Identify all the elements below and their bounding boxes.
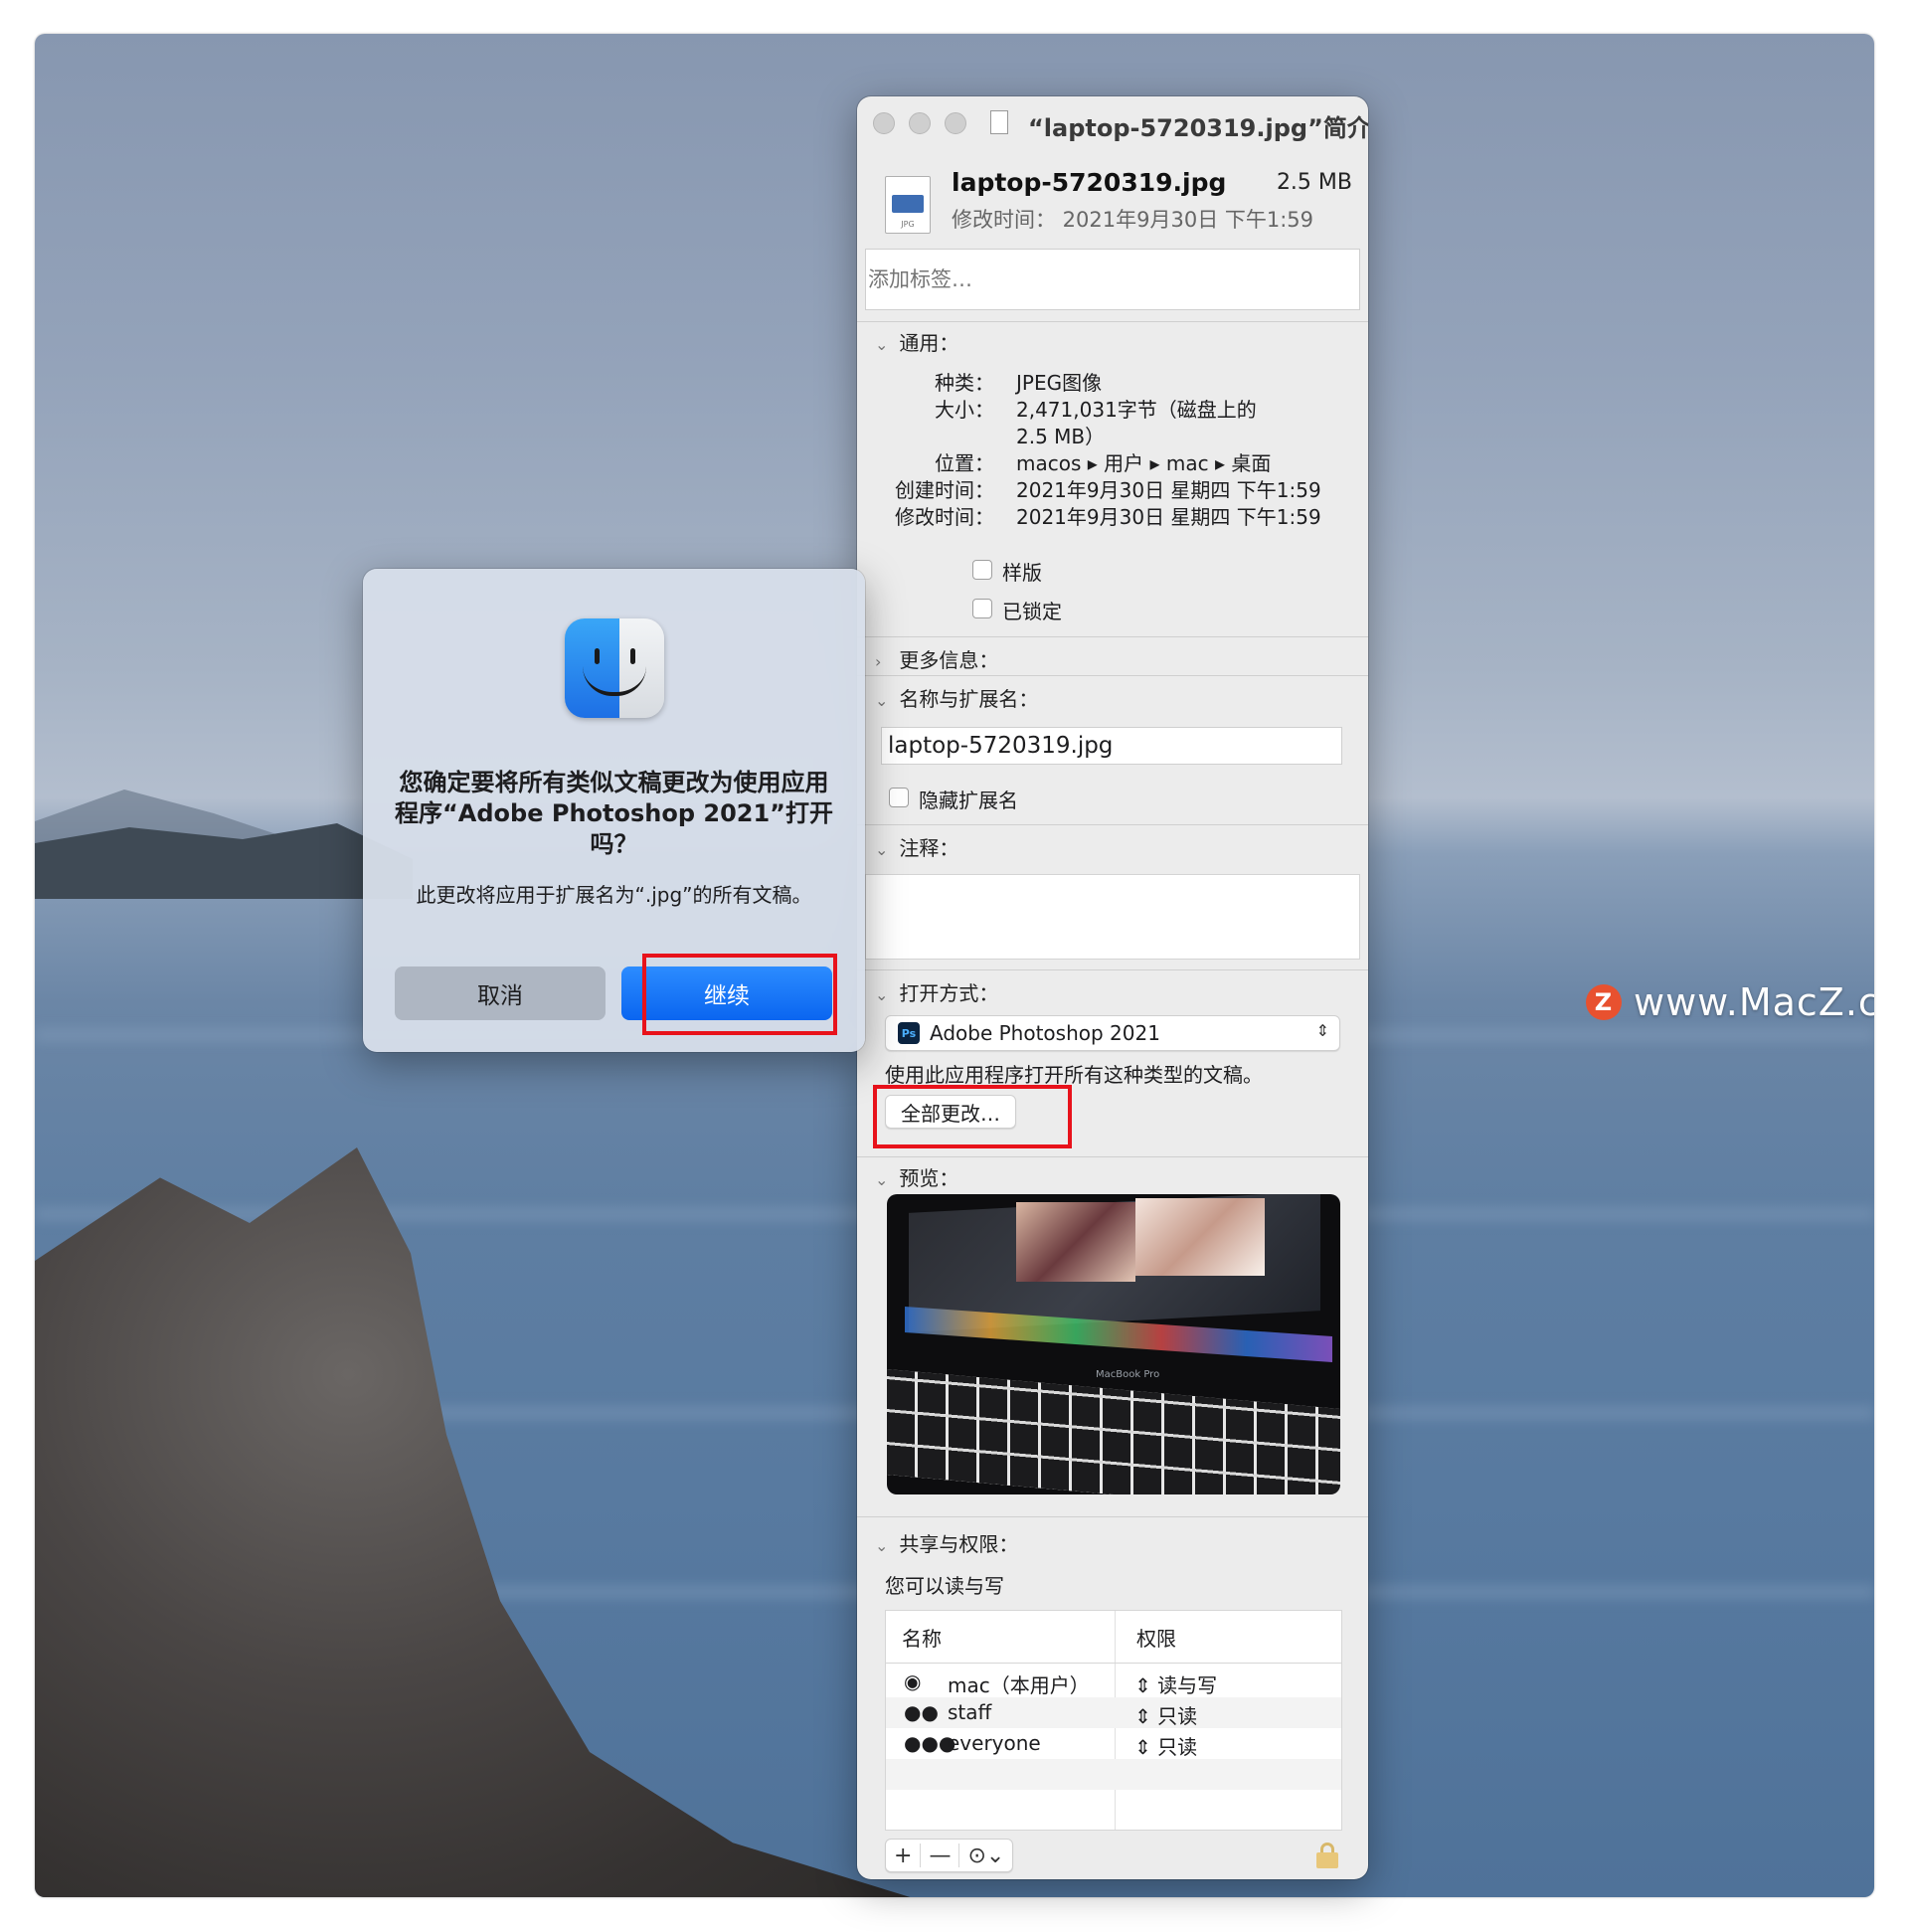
section-name-extension[interactable]: ⌄ 名称与扩展名：: [875, 683, 1038, 712]
action-menu-button[interactable]: ⊙⌄: [959, 1840, 1012, 1871]
divider: [857, 321, 1368, 322]
locked-label: 已锁定: [1002, 600, 1062, 623]
hide-extension-checkbox[interactable]: [889, 788, 909, 807]
dialog-title: 您确定要将所有类似文稿更改为使用应用程序“Adobe Photoshop 202…: [395, 769, 833, 858]
chevron-down-icon: ⌄: [875, 1536, 889, 1555]
finder-icon: [565, 618, 664, 718]
watermark-text: www.MacZ.com: [1634, 980, 1874, 1024]
section-preview[interactable]: ⌄ 预览：: [875, 1162, 958, 1191]
coastal-rock: [35, 1147, 930, 1897]
get-info-window: “laptop-5720319.jpg”简介 JPG laptop-572031…: [857, 96, 1368, 1879]
stationery-checkbox[interactable]: [972, 560, 992, 580]
column-header-privilege[interactable]: 权限: [1136, 1623, 1176, 1652]
tags-input[interactable]: [865, 249, 1360, 310]
preview-device-label: MacBook Pro: [1096, 1369, 1160, 1380]
open-with-value: Adobe Photoshop 2021: [930, 1021, 1160, 1045]
chevron-down-icon: ⌄: [875, 335, 889, 354]
updown-arrows-icon: ⇕: [1315, 1021, 1329, 1040]
dialog-message: 此更改将应用于扩展名为“.jpg”的所有文稿。: [416, 883, 812, 907]
divider: [857, 1156, 1368, 1157]
image-preview: MacBook Pro: [887, 1194, 1340, 1494]
watermark: Z www.MacZ.com: [1586, 980, 1874, 1024]
table-row-empty: [886, 1759, 1341, 1790]
divider: [857, 636, 1368, 637]
divider: [857, 969, 1368, 970]
table-row[interactable]: ●●● everyone ⇕ 只读: [886, 1728, 1341, 1759]
permission-toolbar: + — ⊙⌄: [885, 1839, 1014, 1872]
divider: [857, 1516, 1368, 1517]
table-row[interactable]: ◉ mac（本用户） ⇕ 读与写: [886, 1667, 1341, 1697]
confirm-dialog: 您确定要将所有类似文稿更改为使用应用程序“Adobe Photoshop 202…: [363, 569, 865, 1052]
minimize-button-icon[interactable]: [909, 112, 931, 134]
file-name-input[interactable]: [881, 727, 1342, 765]
privilege-select[interactable]: ⇕ 读与写: [1134, 1669, 1217, 1698]
section-open-with[interactable]: ⌄ 打开方式：: [875, 977, 998, 1006]
comments-field[interactable]: [865, 874, 1360, 960]
zoom-button-icon[interactable]: [945, 112, 966, 134]
remove-user-button[interactable]: —: [921, 1840, 958, 1871]
privilege-select[interactable]: ⇕ 只读: [1134, 1700, 1197, 1729]
section-comments[interactable]: ⌄ 注释：: [875, 832, 958, 861]
divider: [857, 675, 1368, 676]
permission-note: 您可以读与写: [885, 1574, 1004, 1598]
chevron-down-icon: ⌄: [875, 691, 889, 710]
privilege-select[interactable]: ⇕ 只读: [1134, 1731, 1197, 1760]
file-modified: 修改时间： 2021年9月30日 下午1:59: [952, 208, 1314, 232]
locked-checkbox[interactable]: [972, 599, 992, 618]
user-icon: ◉: [904, 1669, 922, 1693]
column-header-name[interactable]: 名称: [902, 1623, 942, 1652]
jpg-file-icon: JPG: [885, 176, 931, 234]
file-name: laptop-5720319.jpg: [952, 168, 1227, 197]
open-with-note: 使用此应用程序打开所有这种类型的文稿。: [885, 1063, 1263, 1087]
section-sharing[interactable]: ⌄ 共享与权限：: [875, 1528, 1018, 1557]
change-all-button[interactable]: 全部更改…: [885, 1095, 1016, 1129]
open-with-select[interactable]: Ps Adobe Photoshop 2021 ⇕: [885, 1015, 1340, 1051]
chevron-down-icon: ⌄: [875, 840, 889, 859]
hide-extension-label: 隐藏扩展名: [919, 789, 1018, 812]
chevron-down-icon: ⌄: [875, 1170, 889, 1189]
divider: [857, 824, 1368, 825]
cancel-button[interactable]: 取消: [395, 966, 606, 1020]
file-size: 2.5 MB: [1276, 170, 1352, 195]
chevron-right-icon: ›: [875, 652, 882, 671]
table-row[interactable]: ●● staff ⇕ 只读: [886, 1697, 1341, 1728]
macz-logo-icon: Z: [1586, 984, 1622, 1020]
section-general[interactable]: ⌄ 通用：: [875, 327, 958, 356]
close-button-icon[interactable]: [873, 112, 895, 134]
chevron-down-icon: ⌄: [875, 985, 889, 1004]
window-title: “laptop-5720319.jpg”简介: [1028, 114, 1368, 142]
section-more-info[interactable]: › 更多信息：: [875, 644, 998, 673]
photoshop-icon: Ps: [898, 1022, 920, 1044]
permissions-table: 名称 权限 ◉ mac（本用户） ⇕ 读与写 ●● staff ⇕ 只读 ●●●…: [885, 1610, 1342, 1831]
lock-icon[interactable]: [1316, 1843, 1338, 1868]
group-icon: ●●: [904, 1700, 939, 1724]
title-bar[interactable]: “laptop-5720319.jpg”简介: [857, 96, 1368, 150]
document-proxy-icon[interactable]: [990, 110, 1008, 134]
continue-button[interactable]: 继续: [621, 966, 832, 1020]
stationery-label: 样版: [1002, 561, 1042, 585]
add-user-button[interactable]: +: [886, 1840, 920, 1871]
